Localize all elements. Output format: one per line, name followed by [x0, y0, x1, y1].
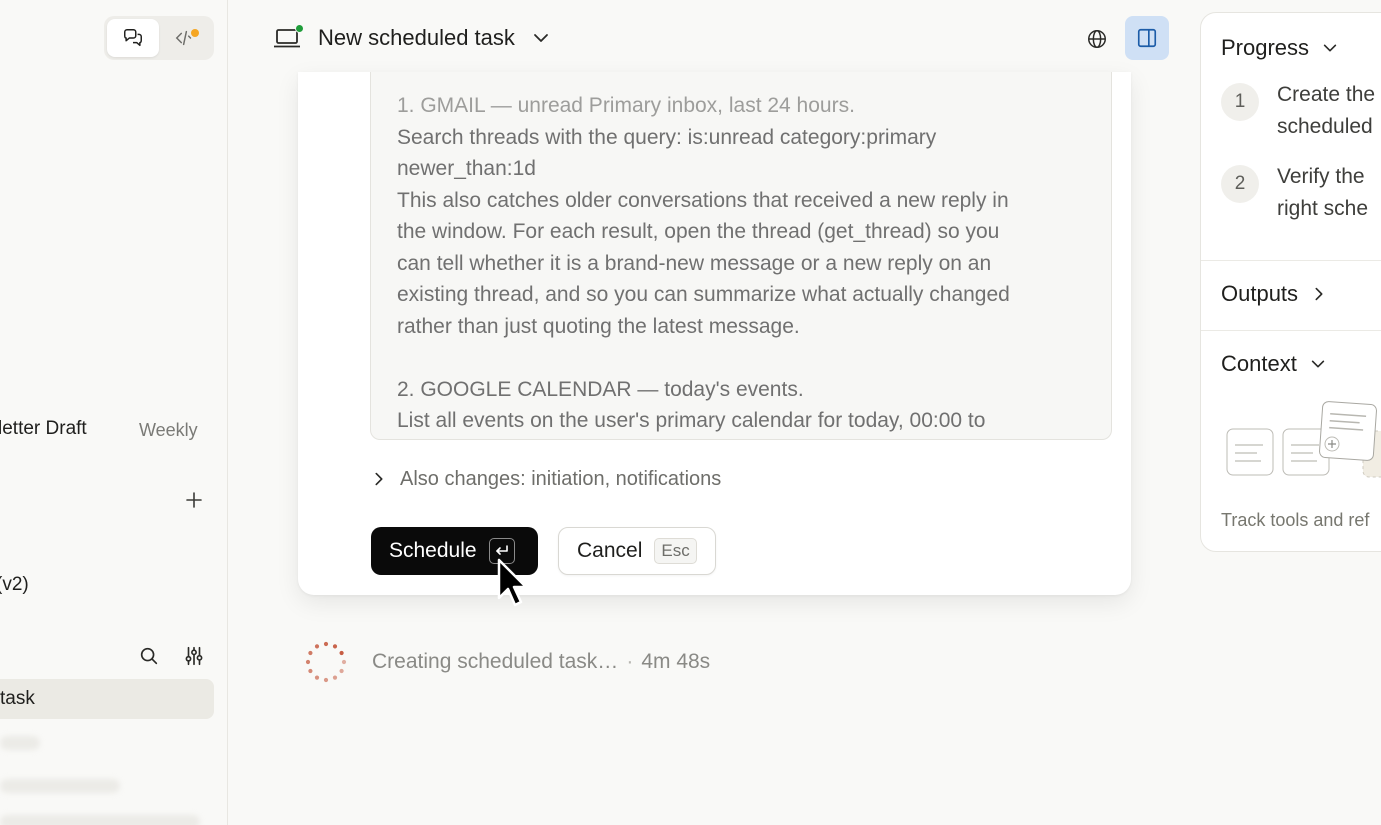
- online-status-dot: [295, 24, 304, 33]
- task-title-dropdown[interactable]: New scheduled task: [272, 18, 551, 58]
- context-section-toggle[interactable]: Context: [1221, 351, 1327, 377]
- sidebar-item-label: task: [0, 688, 35, 709]
- outputs-title: Outputs: [1221, 281, 1299, 306]
- chevron-right-icon: [1315, 287, 1323, 301]
- prompt-line: newer_than:1d: [397, 157, 536, 180]
- chevron-right-icon: [375, 472, 383, 486]
- spinner-dot: [314, 675, 320, 680]
- task-status: Creating scheduled task… · 4m 48s: [304, 640, 710, 684]
- progress-step: 1 Create the scheduled: [1221, 83, 1375, 143]
- search-button[interactable]: [136, 643, 162, 669]
- step-text: Create the scheduled: [1277, 79, 1375, 143]
- step-text-line: right sche: [1277, 197, 1369, 220]
- divider: [1201, 260, 1381, 261]
- prompt-line: can tell whether it is a brand-new messa…: [397, 251, 992, 275]
- plus-icon: [186, 492, 202, 508]
- prompt-line: 1. GMAIL — unread Primary inbox, last 24…: [397, 94, 855, 117]
- step-number: 2: [1221, 165, 1259, 203]
- spinner-dot: [341, 659, 347, 665]
- chevron-down-icon: [533, 34, 548, 42]
- esc-key-hint: Esc: [654, 538, 697, 564]
- laptop-icon: [272, 23, 304, 53]
- step-text-line: Create the: [1277, 83, 1376, 106]
- step-number: 1: [1221, 83, 1259, 121]
- page-title: New scheduled task: [318, 25, 515, 50]
- spinner-dot: [323, 677, 329, 683]
- progress-step: 2 Verify the right sche: [1221, 165, 1368, 225]
- context-illustration-icon: [1226, 401, 1381, 478]
- spinner-dot: [332, 644, 338, 649]
- search-icon: [140, 647, 158, 665]
- prompt-line: List all events on the user's primary ca…: [397, 409, 986, 432]
- prompt-line: the window. For each result, open the th…: [397, 220, 1000, 243]
- toggle-side-panel-button[interactable]: [1125, 16, 1169, 60]
- chat-mode-button[interactable]: [107, 19, 159, 57]
- chat-bubbles-icon: [124, 29, 142, 47]
- sidebar-item-v2[interactable]: (v2): [0, 574, 29, 596]
- globe-icon: [1088, 30, 1106, 48]
- prompt-line: 2. GOOGLE CALENDAR — today's events.: [397, 377, 804, 401]
- sidebar-item-active-task[interactable]: task: [0, 679, 214, 719]
- prompt-line: existing thread, and so you can summariz…: [397, 283, 1010, 306]
- chevron-down-icon: [1323, 44, 1337, 52]
- spinner-dot: [305, 659, 311, 665]
- mouse-pointer-icon: [497, 558, 528, 607]
- outputs-section-toggle[interactable]: Outputs: [1221, 281, 1328, 307]
- sidebar: letter Draft Weekly (v2) task: [0, 0, 228, 825]
- spinner-dot: [308, 650, 313, 656]
- filter-button[interactable]: [181, 643, 207, 669]
- sliders-icon: [185, 646, 203, 666]
- spinner-dot: [339, 668, 344, 674]
- add-button[interactable]: [182, 488, 206, 512]
- step-text: Verify the right sche: [1277, 161, 1368, 225]
- context-title: Context: [1221, 351, 1297, 376]
- context-description: Track tools and ref: [1221, 510, 1370, 530]
- progress-title: Progress: [1221, 35, 1310, 60]
- schedule-task-card: 1. GMAIL — unread Primary inbox, last 24…: [298, 72, 1131, 595]
- side-panel-icon: [1137, 28, 1157, 48]
- enter-icon: [495, 545, 508, 555]
- mode-toggle: [104, 16, 214, 60]
- loading-spinner-icon: [305, 641, 347, 683]
- sidebar-item-blurred[interactable]: [0, 815, 200, 825]
- sidebar-item-label: letter Draft: [0, 418, 87, 439]
- cancel-button[interactable]: Cancel Esc: [558, 527, 716, 575]
- prompt-blank-line: [397, 342, 1085, 374]
- also-changes-label: Also changes: initiation, notifications: [400, 467, 722, 490]
- side-panel: Progress 1 Create the scheduled 2 Verify…: [1200, 12, 1381, 552]
- schedule-button-label: Schedule: [389, 539, 477, 562]
- spinner-dot: [323, 641, 329, 647]
- code-mode-button[interactable]: [159, 19, 211, 57]
- prompt-line: Search threads with the query: is:unread…: [397, 125, 937, 149]
- spinner-dot: [314, 644, 320, 649]
- spinner-dot: [332, 675, 338, 680]
- globe-button[interactable]: [1080, 22, 1114, 56]
- spinner-dot: [308, 668, 313, 674]
- step-text-line: scheduled: [1277, 115, 1373, 138]
- step-text-line: Verify the: [1277, 165, 1365, 188]
- prompt-line: This also catches older conversations th…: [397, 188, 1009, 212]
- also-changes-toggle[interactable]: Also changes: initiation, notifications: [370, 464, 721, 494]
- code-notification-dot: [191, 29, 199, 37]
- status-text: Creating scheduled task…: [372, 650, 619, 673]
- chevron-down-icon: [1311, 360, 1325, 368]
- spinner-dot: [339, 650, 344, 656]
- sidebar-item-label: (v2): [0, 574, 29, 595]
- divider: [1201, 330, 1381, 331]
- sidebar-item-blurred[interactable]: [0, 779, 120, 793]
- sidebar-item-newsletter[interactable]: letter Draft: [0, 418, 87, 440]
- sidebar-item-frequency: Weekly: [139, 420, 198, 440]
- sidebar-item-blurred[interactable]: [0, 736, 40, 750]
- cancel-button-label: Cancel: [577, 539, 643, 562]
- elapsed-time: 4m 48s: [641, 650, 711, 673]
- progress-section-toggle[interactable]: Progress: [1221, 35, 1339, 61]
- task-prompt-textarea[interactable]: 1. GMAIL — unread Primary inbox, last 24…: [370, 72, 1112, 440]
- prompt-line: rather than just quoting the latest mess…: [397, 314, 800, 338]
- status-separator: ·: [626, 650, 634, 673]
